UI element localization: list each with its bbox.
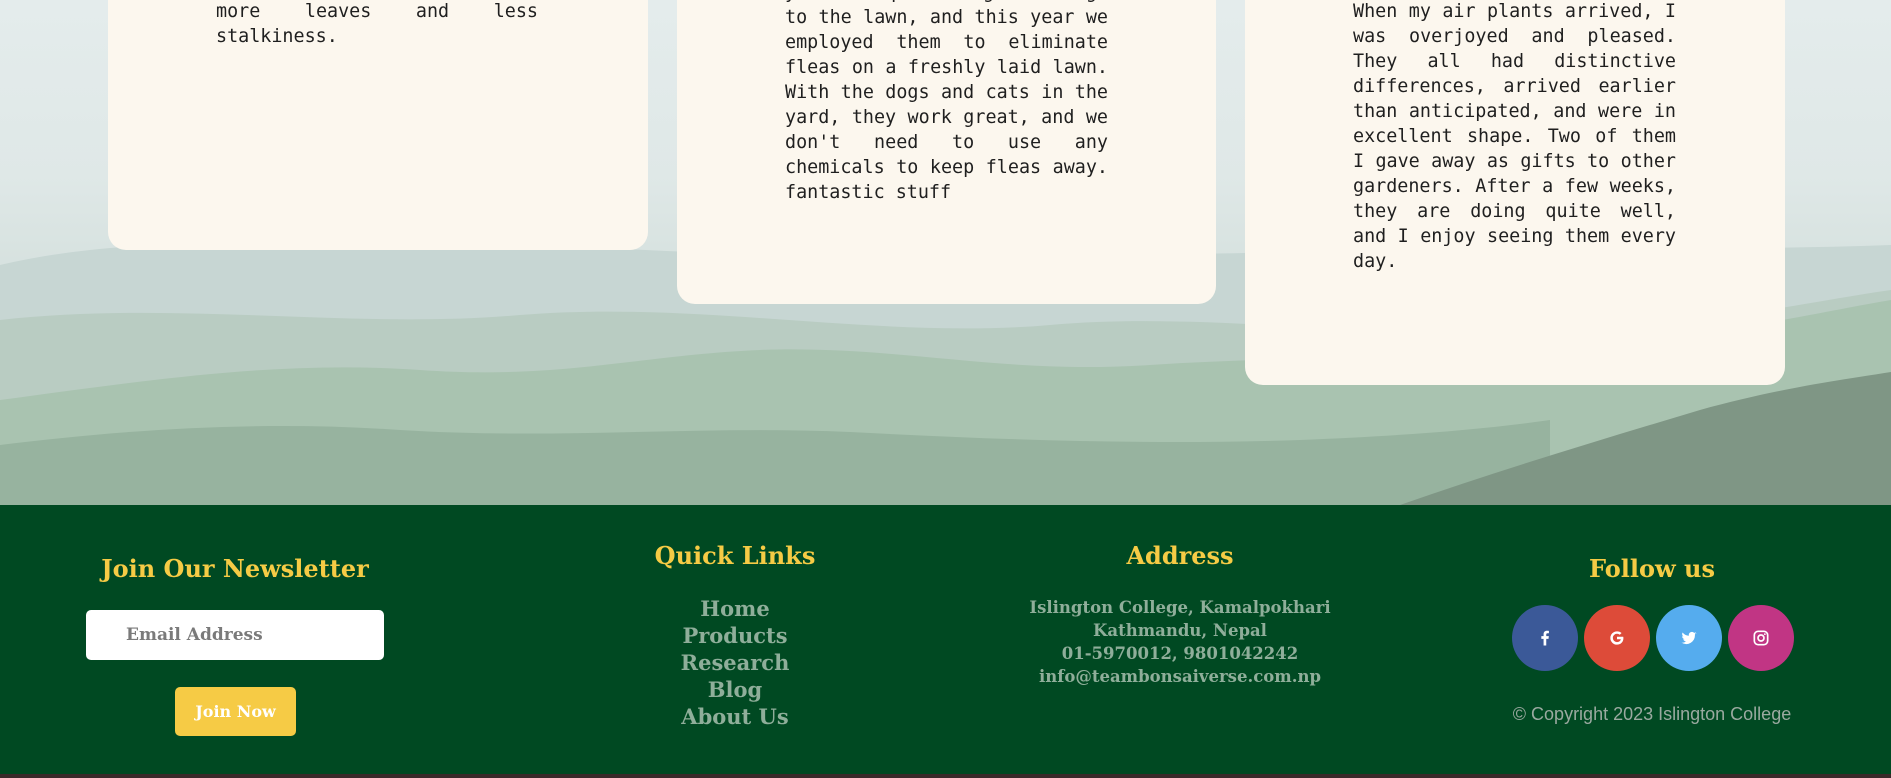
testimonial-card: more leaves and less stalkiness. [108, 0, 648, 250]
instagram-button[interactable] [1728, 605, 1794, 671]
testimonial-card: years to prevent grub damage to the lawn… [677, 0, 1216, 304]
testimonial-text: years to prevent grub damage to the lawn… [785, 0, 1108, 203]
address-title: Address [1126, 541, 1234, 570]
link-products[interactable]: Products [585, 622, 885, 649]
link-home[interactable]: Home [585, 595, 885, 622]
address-line: Kathmandu, Nepal [1093, 621, 1267, 640]
facebook-icon [1541, 630, 1549, 646]
google-icon [1610, 631, 1624, 645]
email-address: info@teambonsaiverse.com.np [1038, 667, 1322, 686]
testimonial-text: When my air plants arrived, I was overjo… [1353, 1, 1676, 272]
twitter-button[interactable] [1656, 605, 1722, 671]
address-line: Islington College, Kamalpokhari [1029, 598, 1331, 617]
newsletter-title: Join Our Newsletter [101, 554, 369, 583]
testimonial-card: When my air plants arrived, I was overjo… [1245, 0, 1785, 385]
facebook-button[interactable] [1512, 605, 1578, 671]
twitter-icon [1681, 631, 1697, 645]
link-about-us[interactable]: About Us [585, 703, 885, 730]
footer-bottom-border [0, 774, 1891, 778]
testimonials-section: more leaves and less stalkiness. years t… [0, 0, 1891, 505]
google-button[interactable] [1584, 605, 1650, 671]
copyright-text: © Copyright 2023 Islington College [1512, 704, 1792, 724]
testimonial-text: more leaves and less stalkiness. [216, 1, 538, 47]
phone-numbers: 01-5970012, 9801042242 [1061, 644, 1299, 663]
link-research[interactable]: Research [585, 649, 885, 676]
follow-us-title: Follow us [1589, 554, 1715, 583]
link-blog[interactable]: Blog [585, 676, 885, 703]
email-input[interactable] [86, 610, 384, 660]
instagram-icon [1753, 630, 1769, 646]
site-footer: Join Our Newsletter Join Now Quick Links… [0, 505, 1891, 774]
join-now-button[interactable]: Join Now [175, 687, 296, 736]
address-block: Islington College, Kamalpokhari Kathmand… [980, 596, 1380, 688]
quick-links-title: Quick Links [654, 541, 816, 570]
quick-links-nav: Home Products Research Blog About Us [585, 595, 885, 730]
